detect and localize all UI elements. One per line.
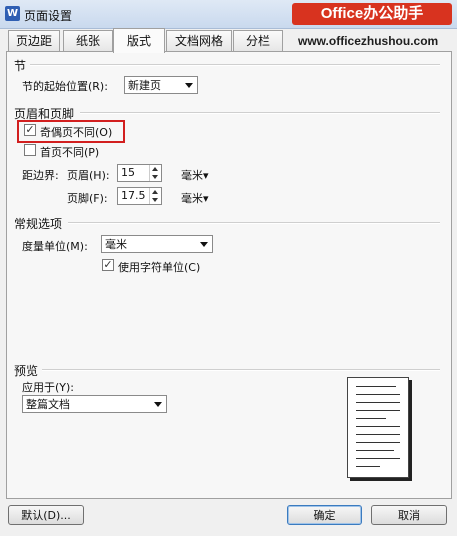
stepper-buttons[interactable]: [149, 188, 161, 204]
tab-margins[interactable]: 页边距: [8, 30, 60, 51]
cancel-button[interactable]: 取消: [371, 505, 447, 525]
preview-line: [356, 426, 400, 427]
odd-even-label: 奇偶页不同(O): [40, 126, 113, 139]
divider: [30, 64, 440, 66]
preview-line: [356, 466, 380, 467]
page-preview: [347, 377, 409, 478]
header-unit-label: 毫米: [181, 169, 203, 182]
ok-button[interactable]: 确定: [287, 505, 362, 525]
apply-label: 应用于(Y):: [22, 381, 75, 394]
char-unit-checkbox[interactable]: ✓: [102, 259, 114, 271]
header-distance-value: 15: [121, 166, 135, 179]
caret-down-icon: ▾: [203, 192, 209, 205]
section-start-value: 新建页: [128, 79, 161, 92]
window-title: 页面设置: [24, 9, 73, 23]
stepper-buttons[interactable]: [149, 165, 161, 181]
header-distance-label: 页眉(H):: [67, 169, 110, 182]
preview-heading: 预览: [14, 364, 39, 378]
unit-value: 毫米: [105, 238, 127, 251]
preview-line: [356, 402, 400, 403]
unit-label: 度量单位(M):: [22, 240, 88, 253]
tab-layout[interactable]: 版式: [113, 28, 165, 53]
arrow-up-icon: [152, 167, 158, 171]
default-button[interactable]: 默认(D)...: [8, 505, 84, 525]
divider: [80, 112, 440, 114]
arrow-down-icon: [152, 175, 158, 179]
preview-line: [356, 434, 400, 435]
footer-unit-dropdown[interactable]: 毫米▾: [181, 190, 209, 206]
arrow-down-icon: [152, 198, 158, 202]
general-heading: 常规选项: [14, 217, 63, 231]
footer-distance-value: 17.5: [121, 189, 146, 202]
preview-line: [356, 442, 400, 443]
divider: [42, 369, 440, 371]
preview-line: [356, 386, 396, 387]
section-start-label: 节的起始位置(R):: [22, 80, 108, 93]
footer-distance-stepper[interactable]: 17.5: [117, 187, 162, 205]
section-start-select[interactable]: 新建页: [124, 76, 198, 94]
first-page-label: 首页不同(P): [40, 146, 100, 159]
arrow-up-icon: [152, 190, 158, 194]
brand-watermark: Office办公助手: [292, 3, 452, 25]
unit-select[interactable]: 毫米: [101, 235, 213, 253]
divider: [68, 222, 440, 224]
char-unit-label: 使用字符单位(C): [118, 261, 201, 274]
preview-line: [356, 458, 400, 459]
caret-down-icon: ▾: [203, 169, 209, 182]
tab-paper[interactable]: 纸张: [63, 30, 113, 51]
chevron-down-icon: [200, 242, 208, 247]
tab-columns[interactable]: 分栏: [233, 30, 283, 51]
first-page-checkbox[interactable]: [24, 144, 36, 156]
section-heading: 节: [14, 59, 27, 73]
chevron-down-icon: [154, 402, 162, 407]
preview-line: [356, 450, 394, 451]
preview-line: [356, 418, 386, 419]
distance-label: 距边界:: [22, 169, 59, 182]
preview-line: [356, 394, 400, 395]
footer-unit-label: 毫米: [181, 192, 203, 205]
tab-document-grid[interactable]: 文档网格: [166, 30, 232, 51]
chevron-down-icon: [185, 83, 193, 88]
wps-app-icon: W: [5, 6, 20, 21]
apply-value: 整篇文档: [26, 398, 70, 411]
odd-even-checkbox[interactable]: ✓: [24, 124, 36, 136]
header-unit-dropdown[interactable]: 毫米▾: [181, 167, 209, 183]
header-distance-stepper[interactable]: 15: [117, 164, 162, 182]
apply-select[interactable]: 整篇文档: [22, 395, 167, 413]
watermark-url: www.officezhushou.com: [298, 34, 439, 48]
preview-line: [356, 410, 400, 411]
footer-distance-label: 页脚(F):: [67, 192, 108, 205]
